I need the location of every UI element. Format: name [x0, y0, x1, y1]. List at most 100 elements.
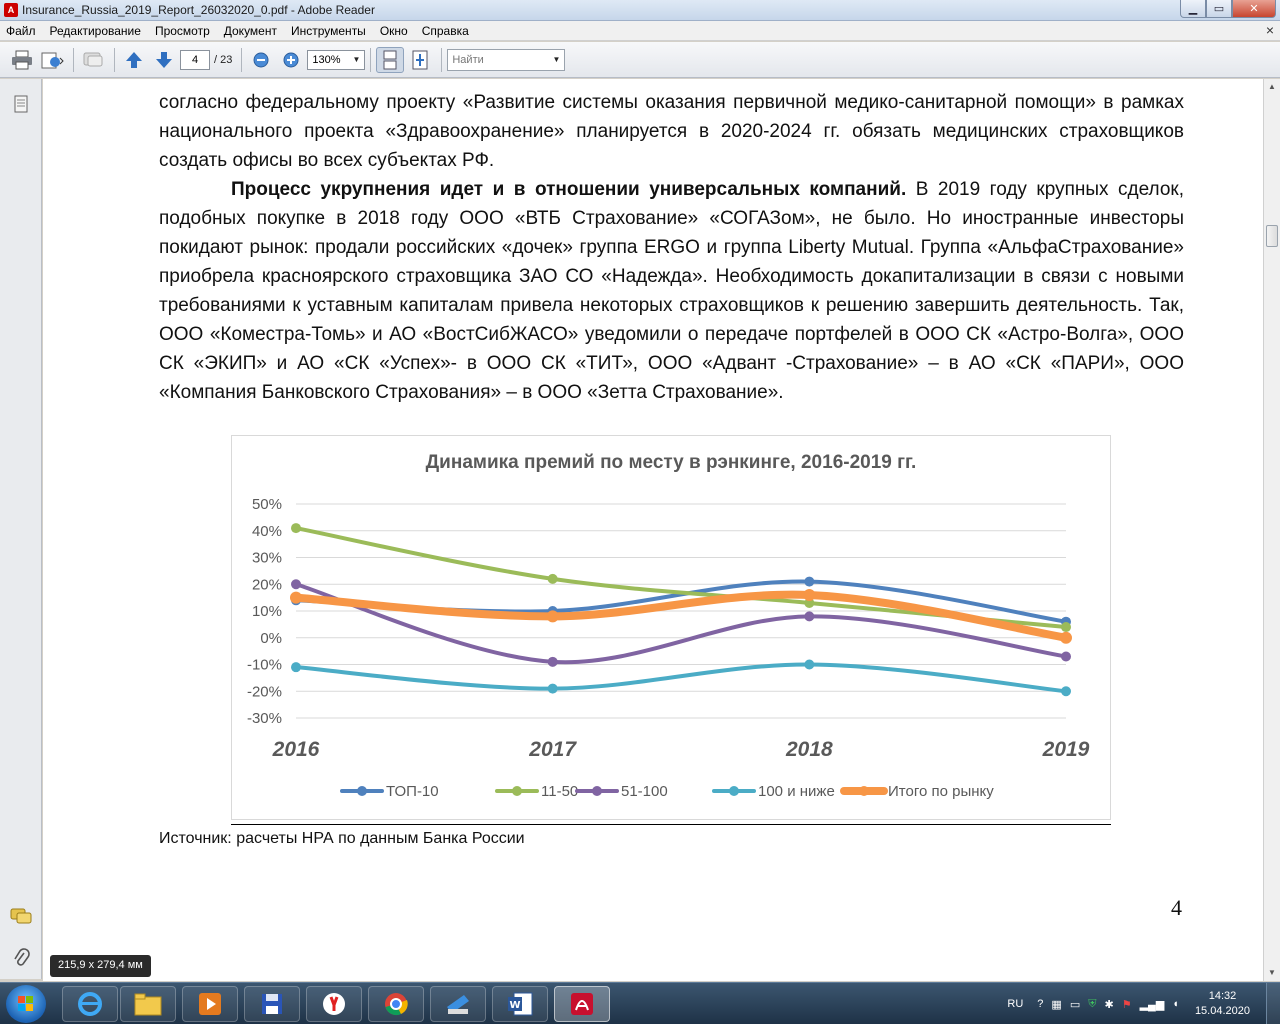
- zoom-value: 130%: [312, 53, 341, 66]
- data-point: [290, 591, 302, 604]
- zoom-in-button[interactable]: [277, 47, 305, 73]
- clock[interactable]: 14:32 15.04.2020: [1195, 989, 1250, 1019]
- zoom-select[interactable]: 130% ▼: [307, 49, 366, 70]
- chrome-icon: [385, 993, 408, 1016]
- page-thumbnails-icon: [14, 95, 28, 113]
- y-tick-label: 20%: [252, 576, 282, 593]
- taskbar: W RU ? ▦ ▭ ⛨ ✱ ⚑ ▂▄▆ ◖ 14:32 15.04.2020: [0, 982, 1280, 1024]
- menu-document[interactable]: Документ: [224, 24, 277, 38]
- toolbar-separator: [241, 47, 243, 72]
- fit-page-button[interactable]: [406, 47, 434, 73]
- data-point: [291, 662, 301, 673]
- comments-icon: [10, 908, 32, 924]
- pages-panel-button[interactable]: [10, 93, 32, 115]
- taskbar-save-app[interactable]: [244, 986, 300, 1022]
- x-tick-label: 2018: [785, 738, 833, 761]
- y-tick-label: -30%: [247, 710, 282, 727]
- paragraph-text: согласно федеральному проекту «Развитие …: [159, 92, 1184, 171]
- network-signal-icon[interactable]: ▂▄▆: [1140, 998, 1165, 1011]
- fit-page-icon: [412, 50, 428, 69]
- find-placeholder: Найти: [452, 53, 484, 66]
- minimize-button[interactable]: ▁: [1180, 0, 1206, 18]
- taskbar-ie[interactable]: [62, 986, 118, 1022]
- data-point: [547, 683, 558, 694]
- data-point: [803, 588, 816, 601]
- menu-view[interactable]: Просмотр: [155, 24, 210, 38]
- page-number: 4: [1171, 895, 1182, 920]
- keyboard-icon[interactable]: ▦: [1051, 998, 1061, 1011]
- zoom-out-icon: [253, 52, 269, 67]
- vertical-scrollbar[interactable]: ▲ ▼: [1263, 79, 1280, 981]
- scroll-down-arrow[interactable]: ▼: [1264, 965, 1280, 981]
- data-point: [547, 656, 558, 667]
- menu-edit[interactable]: Редактирование: [50, 24, 141, 38]
- x-tick-label: 2019: [1042, 738, 1090, 761]
- comments-panel-button[interactable]: [10, 905, 32, 927]
- legend-label: ТОП-10: [386, 783, 439, 800]
- help-icon[interactable]: ?: [1037, 998, 1043, 1010]
- adobe-reader-icon: A: [4, 3, 18, 17]
- attachments-panel-button[interactable]: [10, 947, 32, 969]
- arrow-down-icon: [156, 51, 172, 68]
- next-page-button[interactable]: [150, 47, 178, 73]
- menu-window[interactable]: Окно: [380, 24, 408, 38]
- chevron-down-icon: ▼: [352, 55, 361, 64]
- toolbar-separator: [114, 47, 115, 72]
- source-note: Источник: расчеты НРА по данным Банка Ро…: [159, 830, 525, 847]
- taskbar-explorer[interactable]: [120, 986, 176, 1022]
- maximize-button[interactable]: ▭: [1206, 0, 1232, 18]
- data-point: [804, 576, 815, 587]
- paragraph-bold-text: Процесс укрупнения идет и в отношении ун…: [231, 179, 907, 200]
- scroll-page-icon: [383, 50, 397, 69]
- start-button[interactable]: [6, 985, 46, 1023]
- taskbar-chrome[interactable]: [368, 986, 424, 1022]
- data-point: [804, 611, 815, 622]
- line-chart: 50% 40% 30% 20% 10% 0% -10% -20% -30% 2016 2017 201…: [247, 496, 1090, 800]
- document-view[interactable]: согласно федеральному проекту «Развитие …: [43, 79, 1263, 981]
- share-icon: [41, 52, 64, 68]
- toolbar-separator: [441, 47, 443, 72]
- paperclip-icon: [14, 948, 30, 966]
- legend-label: 100 и ниже: [758, 783, 835, 800]
- monitor-icon[interactable]: ▭: [1070, 998, 1080, 1011]
- legend-marker: [512, 786, 522, 796]
- y-tick-label: 30%: [252, 550, 282, 567]
- y-tick-label: -10%: [247, 657, 282, 674]
- flag-icon[interactable]: ⚑: [1122, 998, 1132, 1011]
- data-point: [1060, 631, 1072, 644]
- y-tick-label: -20%: [247, 683, 282, 700]
- share-button[interactable]: [38, 47, 66, 73]
- scrolling-mode-button[interactable]: [376, 46, 405, 73]
- menu-tools[interactable]: Инструменты: [291, 24, 366, 38]
- document-close-icon[interactable]: ×: [1266, 22, 1274, 38]
- close-button[interactable]: ✕: [1232, 0, 1276, 18]
- windows-logo-icon: [18, 996, 33, 1011]
- volume-icon[interactable]: ◖: [1172, 998, 1179, 1010]
- taskbar-word[interactable]: W: [492, 986, 548, 1022]
- y-tick-label: 40%: [252, 523, 282, 540]
- find-input[interactable]: Найти ▼: [447, 48, 566, 71]
- paragraph-text: В 2019 году крупных сделок, подобных пок…: [159, 179, 1184, 403]
- scroll-up-arrow[interactable]: ▲: [1264, 79, 1280, 95]
- prev-page-button[interactable]: [120, 47, 148, 73]
- page-number-input[interactable]: [180, 49, 210, 70]
- language-indicator[interactable]: RU: [1007, 998, 1023, 1010]
- toolbar-separator: [370, 47, 372, 72]
- bluetooth-icon[interactable]: ✱: [1104, 998, 1113, 1011]
- document-paragraph-1: согласно федеральному проекту «Развитие …: [159, 88, 1184, 175]
- security-shield-icon[interactable]: ⛨: [1088, 998, 1096, 1011]
- taskbar-media-player[interactable]: [182, 986, 238, 1022]
- taskbar-adobe-reader[interactable]: [554, 986, 610, 1022]
- menu-file[interactable]: Файл: [6, 24, 36, 38]
- data-point: [1061, 651, 1071, 662]
- taskbar-scanner[interactable]: [430, 986, 486, 1022]
- zoom-out-button[interactable]: [247, 47, 275, 73]
- comment-button[interactable]: [79, 47, 107, 73]
- chart-bottom-rule: [231, 824, 1111, 825]
- chart-container: Динамика премий по месту в рэнкинге, 201…: [231, 435, 1111, 820]
- scroll-thumb[interactable]: [1266, 225, 1278, 247]
- print-button[interactable]: [8, 47, 36, 73]
- show-desktop-button[interactable]: [1266, 983, 1280, 1024]
- menu-help[interactable]: Справка: [422, 24, 469, 38]
- taskbar-yandex[interactable]: [306, 986, 362, 1022]
